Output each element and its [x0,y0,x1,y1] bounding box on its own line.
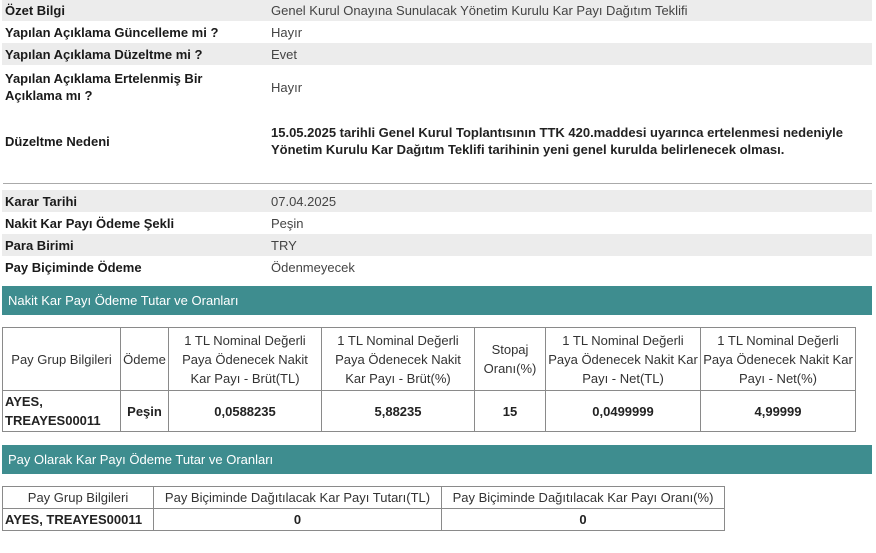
gross-pct-cell: 5,88235 [321,390,475,432]
summary-value: Evet [264,43,872,65]
summary-value: Hayır [271,24,303,40]
header-cell: Ödeme [120,327,169,391]
divider [3,183,872,184]
header-cell: Pay Biçiminde Dağıtılacak Kar Payı Tutar… [153,486,442,509]
table-row: AYES, TREAYES00011 0 0 [2,508,725,531]
cash-dividend-table: Pay Grup Bilgileri Ödeme 1 TL Nominal De… [2,327,856,432]
header-cell: 1 TL Nominal Değerli Paya Ödenecek Nakit… [321,327,475,391]
decision-row-share-payment: Pay Biçiminde Ödeme Ödenmeyecek [2,256,872,278]
share-dividend-table: Pay Grup Bilgileri Pay Biçiminde Dağıtıl… [2,486,725,531]
decision-row-date: Karar Tarihi 07.04.2025 [2,190,872,212]
header-cell: 1 TL Nominal Değerli Paya Ödenecek Nakit… [700,327,856,391]
decision-row-payment-type: Nakit Kar Payı Ödeme Şekli Peşin [2,212,872,234]
decision-table: Karar Tarihi 07.04.2025 Nakit Kar Payı Ö… [2,190,872,278]
header-cell: Pay Grup Bilgileri [2,327,121,391]
summary-row-deferred: Yapılan Açıklama Ertelenmiş Bir Açıklama… [2,65,872,109]
summary-row-correction-reason: Düzeltme Nedeni 15.05.2025 tarihli Genel… [2,109,872,173]
summary-value: Genel Kurul Onayına Sunulacak Yönetim Ku… [264,0,872,21]
share-section-header: Pay Olarak Kar Payı Ödeme Tutar ve Oranl… [2,445,872,474]
decision-label: Pay Biçiminde Ödeme [5,259,142,275]
net-tl-cell: 0,0499999 [545,390,701,432]
header-cell: Stopaj Oranı(%) [474,327,546,391]
table-row: AYES, TREAYES00011 Peşin 0,0588235 5,882… [2,390,856,432]
rate-cell: 0 [441,508,725,531]
decision-row-currency: Para Birimi TRY [2,234,872,256]
decision-value: TRY [264,234,872,256]
summary-row-ozet: Özet Bilgi Genel Kurul Onayına Sunulacak… [2,0,872,21]
summary-table: Özet Bilgi Genel Kurul Onayına Sunulacak… [2,0,872,173]
summary-label: Düzeltme Nedeni [5,133,110,149]
decision-label: Karar Tarihi [2,190,264,212]
header-cell: 1 TL Nominal Değerli Paya Ödenecek Nakit… [545,327,701,391]
correction-reason-text: 15.05.2025 tarihli Genel Kurul Toplantıs… [271,125,843,157]
withholding-cell: 15 [474,390,546,432]
decision-value: Peşin [271,215,304,231]
summary-row-update: Yapılan Açıklama Güncelleme mi ? Hayır [2,21,872,43]
summary-value: Hayır [271,79,303,95]
summary-label: Özet Bilgi [2,0,264,21]
cash-table-header-row: Pay Grup Bilgileri Ödeme 1 TL Nominal De… [2,327,856,391]
decision-value: Ödenmeyecek [271,259,355,275]
header-cell: Pay Grup Bilgileri [2,486,154,509]
summary-label: Yapılan Açıklama Güncelleme mi ? [5,24,219,40]
group-cell: AYES, TREAYES00011 [2,508,154,531]
decision-value: 07.04.2025 [264,190,872,212]
decision-label: Para Birimi [2,234,264,256]
group-cell: AYES, TREAYES00011 [2,390,121,432]
summary-label: Yapılan Açıklama Düzeltme mi ? [2,43,264,65]
header-cell: 1 TL Nominal Değerli Paya Ödenecek Nakit… [168,327,322,391]
summary-row-correction: Yapılan Açıklama Düzeltme mi ? Evet [2,43,872,65]
payment-cell: Peşin [120,390,169,432]
cash-section-header: Nakit Kar Payı Ödeme Tutar ve Oranları [2,286,872,315]
amount-cell: 0 [153,508,442,531]
share-table-header-row: Pay Grup Bilgileri Pay Biçiminde Dağıtıl… [2,486,725,509]
header-cell: Pay Biçiminde Dağıtılacak Kar Payı Oranı… [441,486,725,509]
net-pct-cell: 4,99999 [700,390,856,432]
summary-label: Yapılan Açıklama Ertelenmiş Bir Açıklama… [5,71,203,103]
gross-tl-cell: 0,0588235 [168,390,322,432]
decision-label: Nakit Kar Payı Ödeme Şekli [5,215,175,231]
